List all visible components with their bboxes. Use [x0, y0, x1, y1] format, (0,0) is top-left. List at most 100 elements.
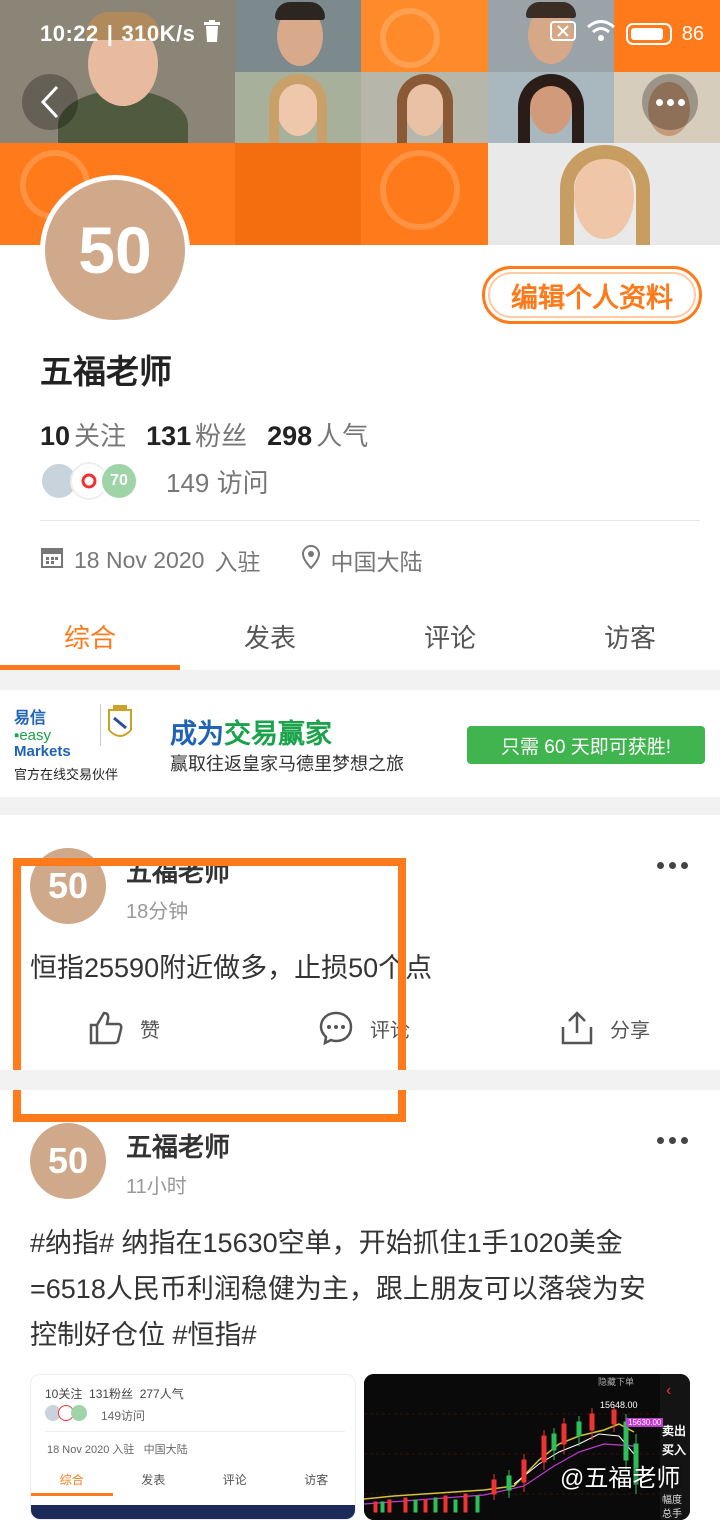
post-text-line: #纳指# 纳指在15630空单，开始抓住1手1020美金	[30, 1228, 623, 1258]
followers-count: 131	[146, 421, 192, 451]
joined-label: 入驻	[214, 549, 261, 575]
tab-comments[interactable]: 评论	[360, 600, 540, 670]
profile-stats: 10 关注 131 粉丝 298 人气	[40, 416, 368, 453]
watermark: @五福老师	[560, 1465, 681, 1492]
location-text: 中国大陆	[330, 549, 423, 575]
cover-photo-3	[235, 72, 361, 143]
post-text: #纳指# 纳指在15630空单，开始抓住1手1020美金 =6518人民币利润稳…	[30, 1220, 700, 1358]
ad-cta-button[interactable]: 只需 60 天即可获胜!	[467, 726, 705, 764]
wifi-icon	[586, 20, 616, 48]
status-left: 10:22 | 310K/s	[40, 20, 221, 48]
chart-current-price: 15630.00	[626, 1418, 664, 1427]
chart-buy-button[interactable]: 买入	[662, 1441, 686, 1458]
more-options-button[interactable]	[642, 74, 698, 130]
section-gap	[0, 1070, 720, 1090]
post-author-avatar[interactable]: 50	[30, 1123, 106, 1199]
post-image-profile-screenshot[interactable]: 10关注 131粉丝 277人气 149访问 18 Nov 2020 入驻 中国…	[30, 1374, 356, 1520]
cover-photo-6	[488, 72, 614, 143]
visits-number: 149	[166, 467, 210, 498]
popularity-label: 人气	[316, 421, 369, 451]
thumb-meta: 18 Nov 2020 入驻 中国大陆	[47, 1444, 188, 1456]
profile-tabs: 综合 发表 评论 访客	[0, 600, 720, 670]
dot-icon	[657, 862, 664, 869]
post-author-name[interactable]: 五福老师	[126, 1127, 230, 1164]
dot-icon	[669, 1137, 676, 1144]
cover-photo-8	[488, 143, 720, 245]
ad-headline: 成为交易赢家	[170, 712, 332, 751]
dot-icon	[655, 98, 663, 106]
share-button[interactable]: 分享	[560, 1010, 650, 1046]
chart-side-label: 总手	[662, 1509, 682, 1520]
tab-posts[interactable]: 发表	[180, 600, 360, 670]
share-label: 分享	[610, 1019, 650, 1042]
thumb-stats: 10关注 131粉丝 277人气	[45, 1387, 184, 1401]
divider	[40, 520, 700, 521]
chart-side-label: 幅度	[662, 1495, 682, 1506]
tab-overview[interactable]: 综合	[0, 600, 180, 670]
calendar-icon	[40, 545, 64, 575]
popularity-stat: 298 人气	[267, 416, 368, 453]
status-right: 86	[549, 20, 704, 48]
edit-profile-button[interactable]: 编辑个人资料	[482, 266, 702, 324]
section-gap	[0, 797, 720, 815]
thumb-tab: 访客	[304, 1473, 329, 1487]
post-image-trading-chart[interactable]: 隐藏下单 15648.00 15630.00 卖出 买入 幅度 总手 ‹	[364, 1374, 690, 1520]
visits-count: 149 访问	[166, 463, 269, 500]
ad-headline-a: 成为	[170, 719, 224, 749]
thumb-visits: 149访问	[101, 1409, 146, 1423]
profile-name: 五福老师	[40, 353, 172, 390]
thumb-tab: 综合	[59, 1473, 84, 1487]
trash-icon	[203, 20, 221, 48]
club-crest-icon	[100, 704, 134, 746]
post-more-button[interactable]	[657, 862, 688, 869]
dot-icon	[669, 862, 676, 869]
post-text-line: 控制好仓位 #恒指#	[30, 1320, 257, 1350]
dot-icon	[657, 1137, 664, 1144]
thumb-tabs: 综合 发表 评论 访客	[31, 1471, 355, 1488]
profile-meta: 18 Nov 2020 入驻 中国大陆	[40, 543, 422, 577]
dot-icon	[666, 98, 674, 106]
post-text-line: =6518人民币利润稳健为主，跟上朋友可以落袋为安	[30, 1274, 646, 1304]
status-bar: 10:22 | 310K/s 86	[0, 0, 720, 70]
chevron-left-icon	[40, 85, 59, 119]
chart-collapse-icon[interactable]: ‹	[666, 1382, 671, 1400]
thumb-visitor-avatars	[45, 1405, 87, 1421]
status-divider: |	[106, 21, 114, 46]
status-time: 10:22	[40, 21, 99, 46]
visitor-avatar: 70	[100, 462, 138, 500]
location-pin-icon	[302, 544, 321, 575]
chart-high-price: 15648.00	[600, 1400, 638, 1410]
network-speed: 310K/s	[121, 21, 196, 46]
following-label: 关注	[74, 421, 127, 451]
ad-headline-b: 交易赢家	[224, 719, 332, 749]
thumb-tab: 发表	[141, 1473, 166, 1487]
chart-top-label: 隐藏下单	[598, 1377, 635, 1387]
dot-icon	[681, 862, 688, 869]
ad-subline: 赢取往返皇家马德里梦想之旅	[170, 754, 404, 774]
section-gap	[0, 670, 720, 690]
post-time: 11小时	[126, 1176, 187, 1198]
post-more-button[interactable]	[657, 1137, 688, 1144]
edit-profile-label: 编辑个人资料	[511, 282, 673, 313]
battery-icon	[625, 23, 672, 45]
share-icon	[561, 1011, 593, 1045]
following-count: 10	[40, 421, 71, 451]
following-stat[interactable]: 10 关注	[40, 416, 126, 453]
sim-off-icon	[549, 21, 576, 47]
dot-icon	[681, 1137, 688, 1144]
joined-date: 18 Nov 2020	[74, 546, 205, 573]
profile-avatar[interactable]: 50	[40, 175, 190, 325]
battery-level: 86	[681, 22, 704, 45]
recent-visitors[interactable]: 70 149 访问	[40, 462, 269, 500]
popularity-count: 298	[267, 421, 313, 451]
tab-visitors[interactable]: 访客	[540, 600, 720, 670]
ad-logo-caption: 官方在线交易伙伴	[14, 767, 119, 782]
dot-icon	[677, 98, 685, 106]
cover-photo-4	[361, 72, 488, 143]
thumb-tab: 评论	[222, 1473, 247, 1487]
chart-sell-button[interactable]: 卖出	[662, 1422, 686, 1439]
back-button[interactable]	[22, 74, 78, 130]
followers-stat[interactable]: 131 粉丝	[146, 416, 247, 453]
candlestick-chart-graphic	[364, 1374, 690, 1520]
visits-label: 访问	[216, 467, 269, 498]
